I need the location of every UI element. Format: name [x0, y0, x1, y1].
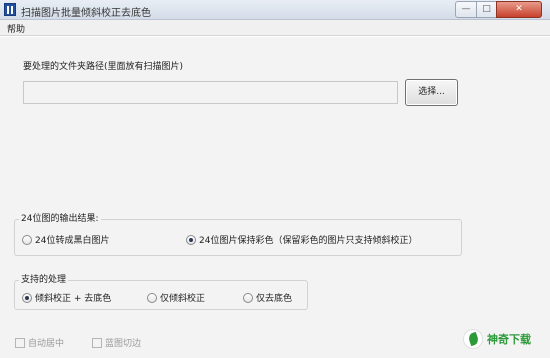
checkbox-auto-center-label: 自动居中	[28, 339, 65, 349]
checkbox-auto-center-box[interactable]	[15, 337, 25, 348]
radio-deskew-and-remove-bg-label: 倾斜校正 + 去底色	[35, 294, 112, 304]
folder-path-label: 要处理的文件夹路径(里面放有扫描图片)	[23, 62, 184, 72]
checkbox-blueprint-trim-box[interactable]	[92, 337, 102, 348]
radio-deskew-and-remove-bg[interactable]: 倾斜校正 + 去底色	[22, 291, 111, 304]
output-result-title: 24位图的输出结果:	[19, 211, 101, 224]
watermark-text: 神奇下载	[487, 333, 531, 346]
radio-deskew-only[interactable]: 仅倾斜校正	[147, 291, 205, 304]
watermark: 神奇下载	[463, 329, 531, 349]
radio-remove-bg-only[interactable]: 仅去底色	[243, 291, 292, 304]
radio-deskew-only-label: 仅倾斜校正	[160, 294, 206, 304]
close-button[interactable]: ✕	[496, 1, 542, 18]
minimize-button[interactable]: —	[455, 1, 477, 18]
app-icon	[4, 3, 16, 16]
radio-remove-bg-only-dot[interactable]	[243, 292, 253, 303]
checkbox-auto-center[interactable]: 自动居中	[15, 336, 64, 349]
radio-keep-color-dot[interactable]	[186, 234, 196, 245]
radio-keep-color-label: 24位图片保持彩色（保留彩色的图片只支持倾斜校正）	[199, 236, 418, 246]
radio-remove-bg-only-label: 仅去底色	[256, 294, 293, 304]
menu-help[interactable]: 帮助	[7, 22, 25, 35]
radio-convert-bw-dot[interactable]	[22, 234, 32, 245]
radio-deskew-only-dot[interactable]	[147, 292, 157, 303]
checkbox-blueprint-trim-label: 蓝图切边	[105, 339, 142, 349]
window-title: 扫描图片批量倾斜校正去底色	[21, 8, 151, 19]
radio-deskew-and-remove-bg-dot[interactable]	[22, 292, 32, 303]
title-bar: 扫描图片批量倾斜校正去底色 — □ ✕	[0, 0, 550, 20]
radio-convert-bw[interactable]: 24位转成黑白图片	[22, 233, 109, 246]
checkbox-blueprint-trim[interactable]: 蓝图切边	[92, 336, 141, 349]
processing-title: 支持的处理	[19, 272, 69, 285]
maximize-button[interactable]: □	[476, 1, 497, 18]
menu-bar: 帮助	[0, 20, 550, 36]
choose-folder-button[interactable]: 选择...	[405, 79, 458, 106]
folder-path-input[interactable]	[23, 81, 398, 104]
radio-convert-bw-label: 24位转成黑白图片	[35, 236, 110, 246]
leaf-logo-icon	[463, 329, 483, 349]
radio-keep-color[interactable]: 24位图片保持彩色（保留彩色的图片只支持倾斜校正）	[186, 233, 417, 246]
